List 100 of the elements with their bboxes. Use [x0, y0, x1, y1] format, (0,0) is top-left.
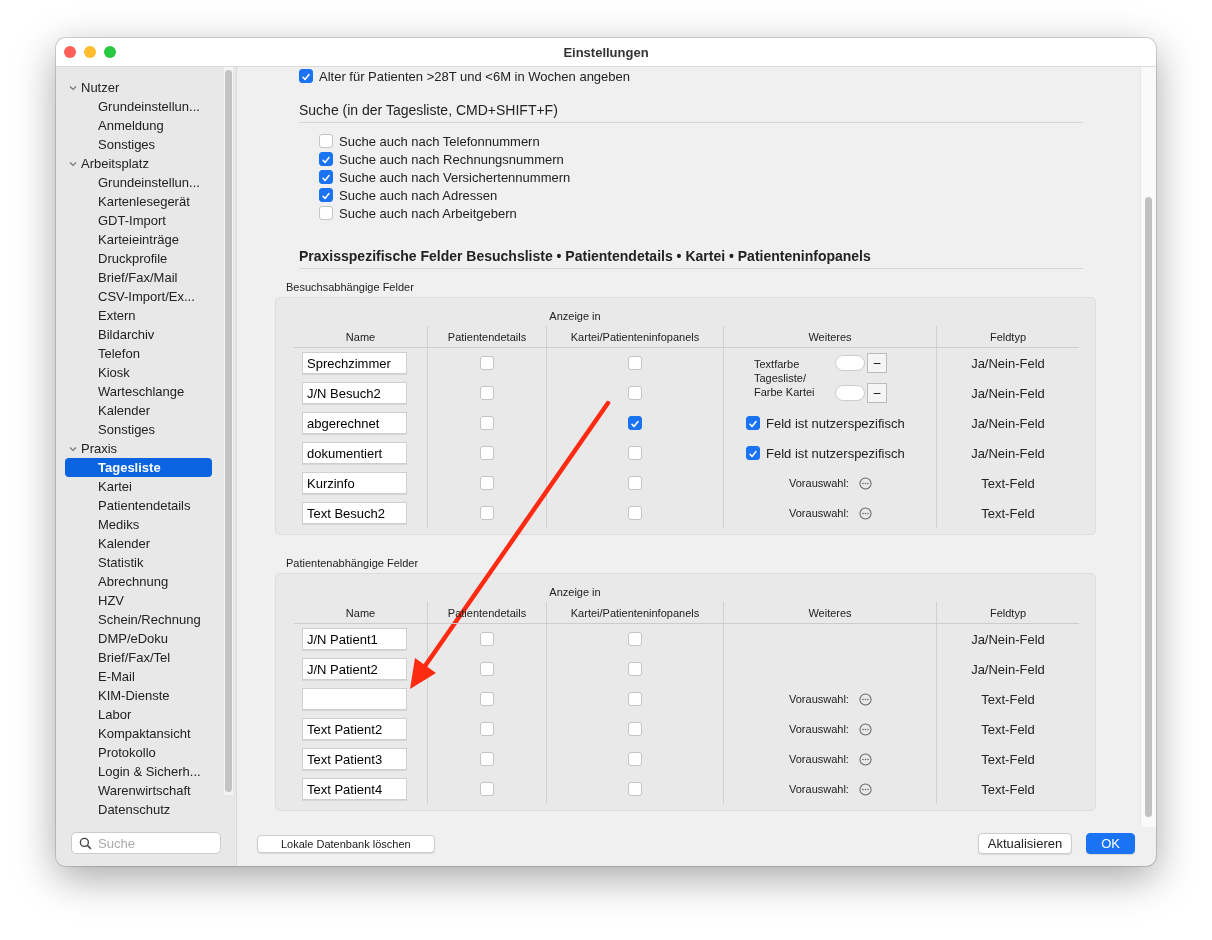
color-well[interactable] — [835, 355, 865, 371]
sidebar-item[interactable]: E-Mail — [65, 667, 212, 686]
checkbox[interactable] — [746, 416, 760, 430]
sidebar-item[interactable]: Kompaktansicht — [65, 724, 212, 743]
more-icon[interactable] — [858, 476, 872, 490]
name-field[interactable]: J/N Patient1 — [302, 628, 407, 650]
sidebar-item[interactable]: Kiosk — [65, 363, 212, 382]
sidebar-item[interactable]: Kalender — [65, 534, 212, 553]
sidebar-group[interactable]: Praxis — [65, 439, 236, 458]
checkbox[interactable] — [480, 782, 494, 796]
checkbox[interactable] — [480, 722, 494, 736]
dialog-button[interactable]: Aktualisieren — [977, 833, 1073, 854]
sidebar-group[interactable]: Arbeitsplatz — [65, 154, 236, 173]
sidebar-item[interactable]: Kartei — [65, 477, 212, 496]
sidebar-item[interactable]: Kartenlesegerät — [65, 192, 212, 211]
checkbox[interactable] — [480, 752, 494, 766]
checkbox[interactable] — [480, 632, 494, 646]
sidebar-item[interactable]: Warteschlange — [65, 382, 212, 401]
more-icon[interactable] — [858, 506, 872, 520]
checkbox[interactable] — [628, 476, 642, 490]
scrollbar[interactable] — [224, 67, 233, 795]
sidebar-item[interactable]: HZV — [65, 591, 212, 610]
remove-color-button[interactable]: – — [867, 383, 887, 403]
name-field[interactable]: Text Besuch2 — [302, 502, 407, 524]
close-button[interactable] — [64, 46, 76, 58]
sidebar-item[interactable]: CSV-Import/Ex... — [65, 287, 212, 306]
checkbox[interactable] — [319, 152, 333, 166]
sidebar-item[interactable]: Brief/Fax/Tel — [65, 648, 212, 667]
sidebar-item[interactable]: Statistik — [65, 553, 212, 572]
name-field[interactable]: Sprechzimmer — [302, 352, 407, 374]
sidebar-item[interactable]: Telefon — [65, 344, 212, 363]
sidebar-item[interactable]: Mediks — [65, 515, 212, 534]
name-field[interactable]: Text Patient2 — [302, 718, 407, 740]
name-field[interactable]: Kurzinfo — [302, 472, 407, 494]
name-field[interactable]: Text Patient3 — [302, 748, 407, 770]
sidebar-item[interactable]: Druckprofile — [65, 249, 212, 268]
sidebar-item[interactable]: Labor — [65, 705, 212, 724]
search-field[interactable]: Suche — [71, 832, 221, 854]
checkbox[interactable] — [319, 188, 333, 202]
checkbox[interactable] — [480, 386, 494, 400]
more-icon[interactable] — [858, 782, 872, 796]
scrollbar[interactable] — [1140, 67, 1156, 827]
checkbox[interactable] — [628, 722, 642, 736]
sidebar-item[interactable]: Patientendetails — [65, 496, 212, 515]
sidebar-item[interactable]: GDT-Import — [65, 211, 212, 230]
checkbox[interactable] — [480, 416, 494, 430]
checkbox[interactable] — [628, 632, 642, 646]
checkbox[interactable] — [319, 170, 333, 184]
minimize-button[interactable] — [84, 46, 96, 58]
sidebar-item[interactable]: Kalender — [65, 401, 212, 420]
sidebar-item[interactable]: Grundeinstellun... — [65, 97, 212, 116]
checkbox[interactable] — [628, 692, 642, 706]
checkbox[interactable] — [628, 446, 642, 460]
delete-database-button[interactable]: Lokale Datenbank löschen — [257, 834, 435, 853]
more-icon[interactable] — [858, 692, 872, 706]
sidebar-item[interactable]: Schein/Rechnung — [65, 610, 212, 629]
checkbox[interactable] — [746, 446, 760, 460]
name-field[interactable]: dokumentiert — [302, 442, 407, 464]
checkbox[interactable] — [299, 69, 313, 83]
sidebar-group[interactable]: Nutzer — [65, 78, 236, 97]
checkbox[interactable] — [480, 356, 494, 370]
dialog-button[interactable]: OK — [1086, 833, 1135, 854]
more-icon[interactable] — [858, 722, 872, 736]
sidebar-item[interactable]: Tagesliste — [65, 458, 212, 477]
sidebar-item[interactable]: Anmeldung — [65, 116, 212, 135]
sidebar-item[interactable]: Brief/Fax/Mail — [65, 268, 212, 287]
name-field[interactable] — [302, 688, 407, 710]
checkbox[interactable] — [628, 506, 642, 520]
sidebar-item[interactable]: DMP/eDoku — [65, 629, 212, 648]
checkbox[interactable] — [319, 134, 333, 148]
more-icon[interactable] — [858, 752, 872, 766]
checkbox[interactable] — [628, 416, 642, 430]
sidebar-item[interactable]: Abrechnung — [65, 572, 212, 591]
sidebar-item[interactable]: Sonstiges — [65, 135, 212, 154]
sidebar-item[interactable]: Extern — [65, 306, 212, 325]
checkbox[interactable] — [628, 782, 642, 796]
sidebar-item[interactable]: KIM-Dienste — [65, 686, 212, 705]
checkbox[interactable] — [628, 752, 642, 766]
remove-color-button[interactable]: – — [867, 353, 887, 373]
checkbox[interactable] — [319, 206, 333, 220]
checkbox[interactable] — [628, 356, 642, 370]
sidebar-item[interactable]: Bildarchiv — [65, 325, 212, 344]
checkbox[interactable] — [480, 662, 494, 676]
sidebar-item[interactable]: Datenschutz — [65, 800, 212, 819]
sidebar-item[interactable]: Grundeinstellun... — [65, 173, 212, 192]
sidebar-item[interactable]: Karteieinträge — [65, 230, 212, 249]
color-well[interactable] — [835, 385, 865, 401]
checkbox[interactable] — [480, 506, 494, 520]
checkbox[interactable] — [480, 692, 494, 706]
checkbox[interactable] — [480, 446, 494, 460]
name-field[interactable]: Text Patient4 — [302, 778, 407, 800]
sidebar-item[interactable]: Protokollo — [65, 743, 212, 762]
name-field[interactable]: abgerechnet — [302, 412, 407, 434]
checkbox[interactable] — [480, 476, 494, 490]
name-field[interactable]: J/N Besuch2 — [302, 382, 407, 404]
sidebar-item[interactable]: Warenwirtschaft — [65, 781, 212, 800]
checkbox[interactable] — [628, 386, 642, 400]
sidebar-item[interactable]: Login & Sicherh... — [65, 762, 212, 781]
sidebar-item[interactable]: Sonstiges — [65, 420, 212, 439]
checkbox[interactable] — [628, 662, 642, 676]
